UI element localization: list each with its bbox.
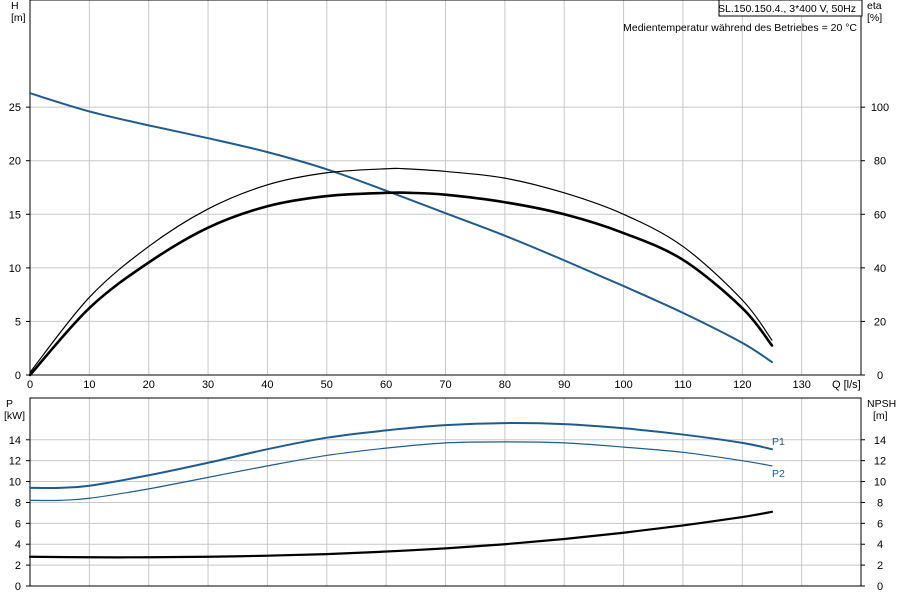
top-y-right-tick-0: 0 xyxy=(877,370,883,382)
bottom-y-right-tick-8: 8 xyxy=(877,497,883,509)
x-tick-10: 10 xyxy=(83,379,95,391)
bottom-y-left-tick-10: 10 xyxy=(9,477,21,489)
x-tick-20: 20 xyxy=(143,379,155,391)
top-series-2 xyxy=(28,191,774,377)
bottom-y-left-tick-12: 12 xyxy=(9,456,21,468)
bottom-y-right-tick-6: 6 xyxy=(877,518,883,530)
x-tick-40: 40 xyxy=(261,379,273,391)
x-tick-0: 0 xyxy=(27,379,33,391)
top-y-left-tick-10: 10 xyxy=(9,263,21,275)
power-npsh-chart: 0 2 4 6 8 10 12 14 0 2 4 6 8 10 12 14 xyxy=(9,397,886,593)
y-left-unit-top: [m] xyxy=(11,12,26,24)
x-tick-130: 130 xyxy=(792,379,810,391)
bottom-y-right-tick-14: 14 xyxy=(874,435,886,447)
bottom-y-left-tick-4: 4 xyxy=(15,539,21,551)
top-y-left-tick-5: 5 xyxy=(15,316,21,328)
y-right-label-top: eta xyxy=(867,0,882,12)
top-y-left-tick-20: 20 xyxy=(9,156,21,168)
bottom-y-left-tick-2: 2 xyxy=(15,560,21,572)
top-y-left-tick-15: 15 xyxy=(9,209,21,221)
y-left-label-top: H xyxy=(11,0,19,12)
top-y-left-tick-0: 0 xyxy=(15,370,21,382)
series-label-p1: P1 xyxy=(772,436,785,448)
bottom-y-left-tick-8: 8 xyxy=(15,497,21,509)
top-series-1 xyxy=(29,167,773,373)
bottom-y-right-tick-10: 10 xyxy=(874,477,886,489)
x-axis-unit-label: Q [l/s] xyxy=(832,379,861,391)
x-tick-120: 120 xyxy=(733,379,751,391)
head-efficiency-chart: 0 10 20 30 40 50 60 70 80 90 100 110 120 130 0 5 10 15 20 2… xyxy=(9,0,889,391)
y-right-unit-top: [%] xyxy=(867,12,882,24)
bottom-y-right-tick-0: 0 xyxy=(877,581,883,593)
bottom-series-p1 xyxy=(29,422,773,489)
pump-performance-chart: 0 10 20 30 40 50 60 70 80 90 100 110 120 130051015202… xyxy=(4,0,896,593)
x-tick-60: 60 xyxy=(380,379,392,391)
x-tick-30: 30 xyxy=(202,379,214,391)
top-y-right-tick-80: 80 xyxy=(874,156,886,168)
chart-title: SL.150.150.4., 3*400 V, 50Hz xyxy=(718,3,856,15)
bottom-y-right-tick-12: 12 xyxy=(874,456,886,468)
bottom-y-right-tick-2: 2 xyxy=(877,560,883,572)
y-left-label-bottom: P xyxy=(6,398,13,410)
top-y-right-tick-60: 60 xyxy=(874,209,886,221)
top-y-right-tick-40: 40 xyxy=(874,263,886,275)
x-tick-90: 90 xyxy=(558,379,570,391)
top-y-left-tick-25: 25 xyxy=(9,102,21,114)
x-tick-100: 100 xyxy=(614,379,632,391)
x-tick-50: 50 xyxy=(321,379,333,391)
series-label-p2: P2 xyxy=(772,468,785,480)
top-y-right-tick-100: 100 xyxy=(871,102,889,114)
bottom-y-left-tick-0: 0 xyxy=(15,581,21,593)
chart-subtitle: Medientemperatur während des Betriebes =… xyxy=(623,22,857,34)
bottom-series-p2 xyxy=(29,441,773,502)
y-right-label-bottom: NPSH xyxy=(867,398,896,410)
y-right-unit-bottom: [m] xyxy=(873,410,888,422)
top-y-right-tick-20: 20 xyxy=(874,316,886,328)
bottom-y-left-tick-6: 6 xyxy=(15,518,21,530)
x-tick-80: 80 xyxy=(499,379,511,391)
bottom-series-2 xyxy=(28,510,774,559)
bottom-y-left-tick-14: 14 xyxy=(9,435,21,447)
y-left-unit-bottom: [kW] xyxy=(4,410,25,422)
x-tick-110: 110 xyxy=(674,379,692,391)
bottom-y-right-tick-4: 4 xyxy=(877,539,883,551)
x-tick-70: 70 xyxy=(439,379,451,391)
